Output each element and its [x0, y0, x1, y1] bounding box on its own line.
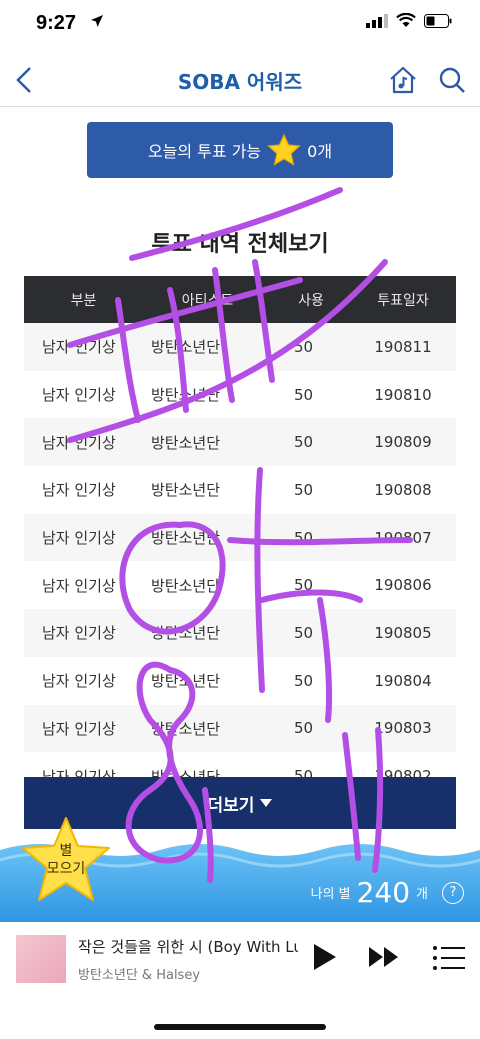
date-cell: 190803: [350, 704, 456, 753]
song-title: 작은 것들을 위한 시 (Boy With Lu.: [78, 938, 298, 956]
song-artist: 방탄소년단 & Halsey: [78, 968, 201, 983]
column-header: 투표일자: [350, 276, 456, 323]
date-cell: 190809: [350, 418, 456, 467]
date-cell: 190807: [350, 513, 456, 562]
artist-cell: 방탄소년단: [143, 370, 272, 419]
column-header: 부분: [24, 276, 143, 323]
used-cell: 50: [272, 704, 350, 753]
used-cell: 50: [272, 323, 350, 371]
status-bar: 9:27: [0, 0, 480, 50]
star-icon: [267, 134, 302, 166]
my-star-count: 나의 별 240 개 ?: [311, 876, 464, 909]
column-header: 아티스트: [143, 276, 272, 323]
artist-cell: 방탄소년단: [143, 704, 272, 753]
album-art[interactable]: [16, 935, 66, 983]
column-header: 사용: [272, 276, 350, 323]
table-row: 남자 인기상 방탄소년단 50 190803: [24, 704, 456, 753]
vote-history-table: 부분 아티스트 사용 투표일자 남자 인기상 방탄소년단 50 190811 남자 인…: [24, 276, 456, 800]
play-icon[interactable]: [312, 942, 338, 972]
date-cell: 190810: [350, 370, 456, 419]
category-cell: 남자 인기상: [24, 704, 143, 753]
category-cell: 남자 인기상: [24, 609, 143, 657]
table-row: 남자 인기상 방탄소년단 50 190810: [24, 370, 456, 419]
vote-count: 0개: [307, 142, 333, 161]
used-cell: 50: [272, 609, 350, 657]
used-cell: 50: [272, 561, 350, 610]
artist-cell: 방탄소년단: [143, 513, 272, 562]
battery-icon: [424, 13, 452, 28]
used-cell: 50: [272, 370, 350, 419]
my-star-label: 나의 별: [310, 887, 351, 902]
fast-forward-icon[interactable]: [368, 946, 400, 968]
status-icons: [366, 13, 452, 28]
more-label: 더보기: [207, 795, 255, 816]
history-title: 투표 내역 전체보기: [151, 232, 329, 257]
table-row: 남자 인기상 방탄소년단 50 190806: [24, 561, 456, 610]
used-cell: 50: [272, 513, 350, 562]
artist-cell: 방탄소년단: [143, 656, 272, 705]
used-cell: 50: [272, 418, 350, 467]
category-cell: 남자 인기상: [24, 513, 143, 562]
mini-player[interactable]: 작은 것들을 위한 시 (Boy With Lu. 방탄소년단 & Halsey: [0, 922, 480, 997]
category-cell: 남자 인기상: [24, 561, 143, 610]
table-row: 남자 인기상 방탄소년단 50 190809: [24, 418, 456, 467]
artist-cell: 방탄소년단: [143, 418, 272, 467]
used-cell: 50: [272, 656, 350, 705]
vote-available-label: 오늘의 투표 가능: [147, 142, 262, 161]
playlist-icon[interactable]: [432, 944, 466, 972]
collect-stars-line2: 모으기: [46, 861, 86, 877]
my-star-unit: 개: [416, 887, 428, 902]
date-cell: 190808: [350, 466, 456, 514]
category-cell: 남자 인기상: [24, 323, 143, 371]
table-row: 남자 인기상 방탄소년단 50 190807: [24, 513, 456, 562]
date-cell: 190805: [350, 609, 456, 657]
artist-cell: 방탄소년단: [143, 466, 272, 514]
date-cell: 190804: [350, 656, 456, 705]
date-cell: 190811: [350, 323, 456, 371]
signal-icon: [366, 13, 388, 28]
location-arrow-icon: [91, 15, 103, 27]
today-vote-button[interactable]: 오늘의 투표 가능 0개: [87, 122, 393, 178]
used-cell: 50: [272, 466, 350, 514]
search-icon[interactable]: [438, 66, 466, 94]
category-cell: 남자 인기상: [24, 418, 143, 467]
table-row: 남자 인기상 방탄소년단 50 190805: [24, 609, 456, 657]
help-icon[interactable]: ?: [442, 881, 464, 904]
status-time: 9:27: [36, 12, 77, 34]
collect-stars-button[interactable]: 별 모으기: [20, 842, 112, 878]
home-music-icon[interactable]: [388, 65, 418, 95]
collect-stars-line1: 별: [59, 843, 73, 859]
artist-cell: 방탄소년단: [143, 561, 272, 610]
table-row: 남자 인기상 방탄소년단 50 190811: [24, 323, 456, 371]
table-row: 남자 인기상 방탄소년단 50 190808: [24, 466, 456, 514]
nav-bar: SOBA 어워즈: [0, 52, 480, 107]
my-star-value: 240: [356, 876, 411, 909]
table-header-row: 부분 아티스트 사용 투표일자: [24, 276, 456, 323]
category-cell: 남자 인기상: [24, 656, 143, 705]
wifi-icon: [396, 13, 416, 27]
home-indicator: [154, 1024, 326, 1030]
artist-cell: 방탄소년단: [143, 609, 272, 657]
table-row: 남자 인기상 방탄소년단 50 190804: [24, 656, 456, 705]
date-cell: 190806: [350, 561, 456, 610]
category-cell: 남자 인기상: [24, 370, 143, 419]
category-cell: 남자 인기상: [24, 466, 143, 514]
caret-down-icon: [260, 799, 273, 807]
artist-cell: 방탄소년단: [143, 323, 272, 371]
